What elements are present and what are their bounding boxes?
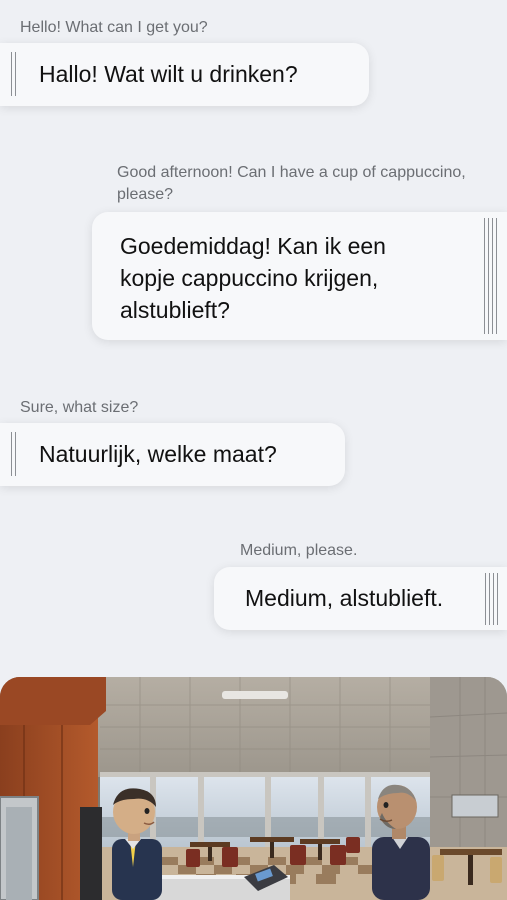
message-3-bubble[interactable]: Natuurlijk, welke maat? bbox=[0, 423, 345, 486]
message-3-text: Natuurlijk, welke maat? bbox=[39, 441, 277, 467]
message-4-text: Medium, alstublieft. bbox=[245, 585, 444, 611]
message-1-translation: Hello! What can I get you? bbox=[20, 19, 208, 36]
message-2-translation: Good afternoon! Can I have a cup of capp… bbox=[117, 164, 466, 203]
message-2-text: Goedemiddag! Kan ik een kopje cappuccino… bbox=[120, 233, 386, 323]
barista-character bbox=[112, 788, 162, 900]
cafe-scene-view[interactable] bbox=[0, 677, 507, 900]
message-1-text: Hallo! Wat wilt u drinken? bbox=[39, 61, 298, 87]
message-2-indicator bbox=[484, 218, 497, 334]
message-4-translation: Medium, please. bbox=[240, 542, 358, 559]
cafe-scene-illustration bbox=[0, 677, 507, 900]
message-3-translation: Sure, what size? bbox=[20, 399, 139, 416]
message-4-bubble[interactable]: Medium, alstublieft. bbox=[214, 567, 507, 630]
ceiling-light bbox=[222, 691, 288, 699]
message-1-bubble[interactable]: Hallo! Wat wilt u drinken? bbox=[0, 43, 369, 106]
conversation-panel: Hello! What can I get you? Hallo! Wat wi… bbox=[0, 0, 507, 676]
message-1-indicator bbox=[11, 52, 16, 96]
message-3-indicator bbox=[11, 432, 16, 476]
message-4-indicator bbox=[485, 573, 498, 625]
message-2-bubble[interactable]: Goedemiddag! Kan ik een kopje cappuccino… bbox=[92, 212, 507, 340]
